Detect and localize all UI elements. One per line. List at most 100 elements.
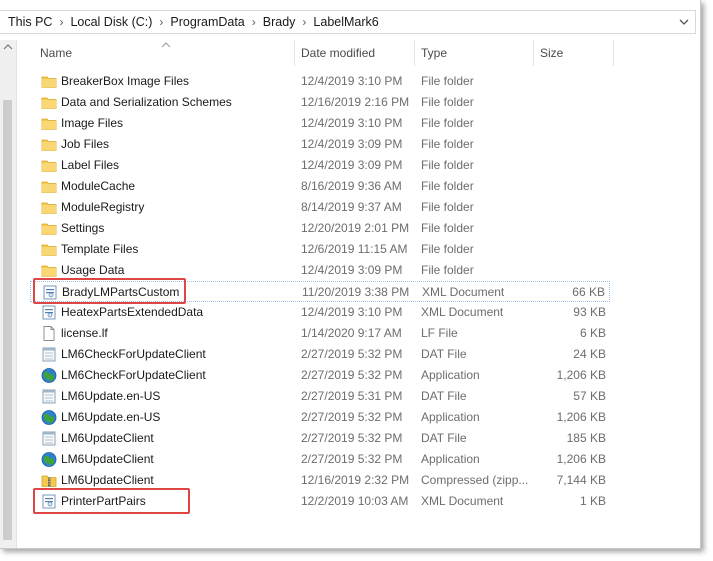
- file-row[interactable]: Job Files 12/4/2019 3:09 PM File folder: [30, 134, 610, 155]
- file-name: Settings: [61, 221, 105, 235]
- file-name: LM6UpdateClient: [61, 431, 154, 445]
- column-header-size[interactable]: Size: [540, 46, 563, 60]
- column-divider[interactable]: [294, 40, 295, 66]
- file-type: Application: [421, 452, 480, 466]
- file-size: 1 KB: [579, 494, 606, 508]
- chevron-right-icon[interactable]: ›: [252, 15, 256, 29]
- file-row[interactable]: LM6CheckForUpdateClient 2/27/2019 5:32 PM…: [30, 344, 610, 365]
- file-type: File folder: [421, 242, 474, 256]
- file-type: File folder: [421, 137, 474, 151]
- file-date-modified: 8/14/2019 9:37 AM: [301, 200, 402, 214]
- address-history-dropdown-icon[interactable]: [678, 15, 690, 29]
- folder-icon: [41, 242, 57, 257]
- column-divider[interactable]: [613, 40, 614, 66]
- file-row[interactable]: ModuleRegistry 8/14/2019 9:37 AM File fold…: [30, 197, 610, 218]
- file-name: Data and Serialization Schemes: [61, 95, 232, 109]
- file-date-modified: 2/27/2019 5:31 PM: [301, 389, 403, 403]
- file-name: Image Files: [61, 116, 124, 130]
- file-size: 1,206 KB: [556, 368, 606, 382]
- chevron-right-icon[interactable]: ›: [59, 15, 63, 29]
- address-bar[interactable]: This PC › Local Disk (C:) › ProgramData › Brad…: [0, 10, 696, 34]
- scrollbar-thumb[interactable]: [3, 100, 12, 540]
- chevron-right-icon[interactable]: ›: [159, 15, 163, 29]
- column-header-row: Name Date modified Type Size: [16, 40, 700, 66]
- folder-icon: [41, 74, 57, 89]
- file-name: LM6UpdateClient: [61, 473, 154, 487]
- red-highlight-box: [33, 278, 186, 304]
- column-divider[interactable]: [414, 40, 415, 66]
- file-date-modified: 12/16/2019 2:16 PM: [301, 95, 410, 109]
- file-row[interactable]: Label Files 12/4/2019 3:09 PM File folder: [30, 155, 610, 176]
- column-header-name[interactable]: Name: [40, 46, 72, 60]
- folder-icon: [41, 200, 57, 215]
- file-date-modified: 2/27/2019 5:32 PM: [301, 452, 403, 466]
- file-type: XML Document: [421, 494, 504, 508]
- file-date-modified: 11/20/2019 3:38 PM: [302, 285, 410, 299]
- folder-icon: [41, 137, 57, 152]
- file-row[interactable]: Settings 12/20/2019 2:01 PM File folder: [30, 218, 610, 239]
- file-date-modified: 12/4/2019 3:09 PM: [301, 263, 403, 277]
- scroll-up-icon[interactable]: [3, 43, 13, 53]
- file-row[interactable]: LM6Update.en-US 2/27/2019 5:31 PM DAT File…: [30, 386, 610, 407]
- file-type: File folder: [421, 200, 474, 214]
- xml-document-icon: [41, 305, 57, 320]
- file-type: Compressed (zipp...: [421, 473, 529, 487]
- chevron-right-icon[interactable]: ›: [302, 15, 306, 29]
- file-row[interactable]: ModuleCache 8/16/2019 9:36 AM File folder: [30, 176, 610, 197]
- file-name: LM6CheckForUpdateClient: [61, 368, 206, 382]
- file-row[interactable]: LM6UpdateClient 2/27/2019 5:32 PM DAT File…: [30, 428, 610, 449]
- file-name: ModuleRegistry: [61, 200, 145, 214]
- file-name: Label Files: [61, 158, 120, 172]
- file-type: Application: [421, 410, 480, 424]
- breadcrumb-local-disk[interactable]: Local Disk (C:): [70, 15, 152, 29]
- file-explorer-window: This PC › Local Disk (C:) › ProgramData › Brad…: [0, 0, 701, 549]
- dat-file-icon: [41, 431, 57, 446]
- file-row[interactable]: Template Files 12/6/2019 11:15 AM File fol…: [30, 239, 610, 260]
- file-size: 1,206 KB: [556, 410, 606, 424]
- file-date-modified: 12/2/2019 10:03 AM: [301, 494, 409, 508]
- file-type: XML Document: [421, 305, 504, 319]
- file-type: File folder: [421, 95, 474, 109]
- file-name: Usage Data: [61, 263, 125, 277]
- file-size: 185 KB: [566, 431, 606, 445]
- file-type: DAT File: [421, 389, 467, 403]
- file-name: LM6UpdateClient: [61, 452, 154, 466]
- file-date-modified: 1/14/2020 9:17 AM: [301, 326, 402, 340]
- file-row[interactable]: BreakerBox Image Files 12/4/2019 3:10 PM F…: [30, 71, 610, 92]
- breadcrumb-programdata[interactable]: ProgramData: [170, 15, 244, 29]
- file-name: HeatexPartsExtendedData: [61, 305, 204, 319]
- dat-file-icon: [41, 347, 57, 362]
- breadcrumb-this-pc[interactable]: This PC: [8, 15, 52, 29]
- file-name: Template Files: [61, 242, 139, 256]
- file-size: 24 KB: [573, 347, 606, 361]
- breadcrumb-labelmark6[interactable]: LabelMark6: [313, 15, 378, 29]
- breadcrumb-brady[interactable]: Brady: [263, 15, 296, 29]
- folder-icon: [41, 95, 57, 110]
- file-row[interactable]: license.lf 1/14/2020 9:17 AM LF File 6 KB: [30, 323, 610, 344]
- folder-icon: [41, 221, 57, 236]
- file-row[interactable]: Image Files 12/4/2019 3:10 PM File folder: [30, 113, 610, 134]
- file-date-modified: 2/27/2019 5:32 PM: [301, 347, 403, 361]
- file-date-modified: 12/6/2019 11:15 AM: [301, 242, 408, 256]
- file-type: File folder: [421, 158, 474, 172]
- file-row[interactable]: LM6Update.en-US 2/27/2019 5:32 PM Applicat…: [30, 407, 610, 428]
- folder-icon: [41, 116, 57, 131]
- column-header-type[interactable]: Type: [421, 46, 447, 60]
- file-row[interactable]: HeatexPartsExtendedData 12/4/2019 3:10 PM…: [30, 302, 610, 323]
- file-date-modified: 12/4/2019 3:09 PM: [301, 137, 403, 151]
- column-header-date[interactable]: Date modified: [301, 46, 375, 60]
- folder-icon: [41, 179, 57, 194]
- file-date-modified: 12/16/2019 2:32 PM: [301, 473, 410, 487]
- file-type: DAT File: [421, 347, 467, 361]
- file-name: license.lf: [61, 326, 108, 340]
- file-row[interactable]: Data and Serialization Schemes 12/16/2019…: [30, 92, 610, 113]
- file-name: ModuleCache: [61, 179, 136, 193]
- file-row[interactable]: LM6CheckForUpdateClient 2/27/2019 5:32 PM…: [30, 365, 610, 386]
- dat-file-icon: [41, 389, 57, 404]
- column-divider[interactable]: [533, 40, 534, 66]
- navigation-pane-scrollbar[interactable]: [0, 40, 17, 548]
- file-name: Job Files: [61, 137, 110, 151]
- file-date-modified: 12/4/2019 3:10 PM: [301, 305, 403, 319]
- file-row[interactable]: LM6UpdateClient 2/27/2019 5:32 PM Applicat…: [30, 449, 610, 470]
- folder-icon: [41, 263, 57, 278]
